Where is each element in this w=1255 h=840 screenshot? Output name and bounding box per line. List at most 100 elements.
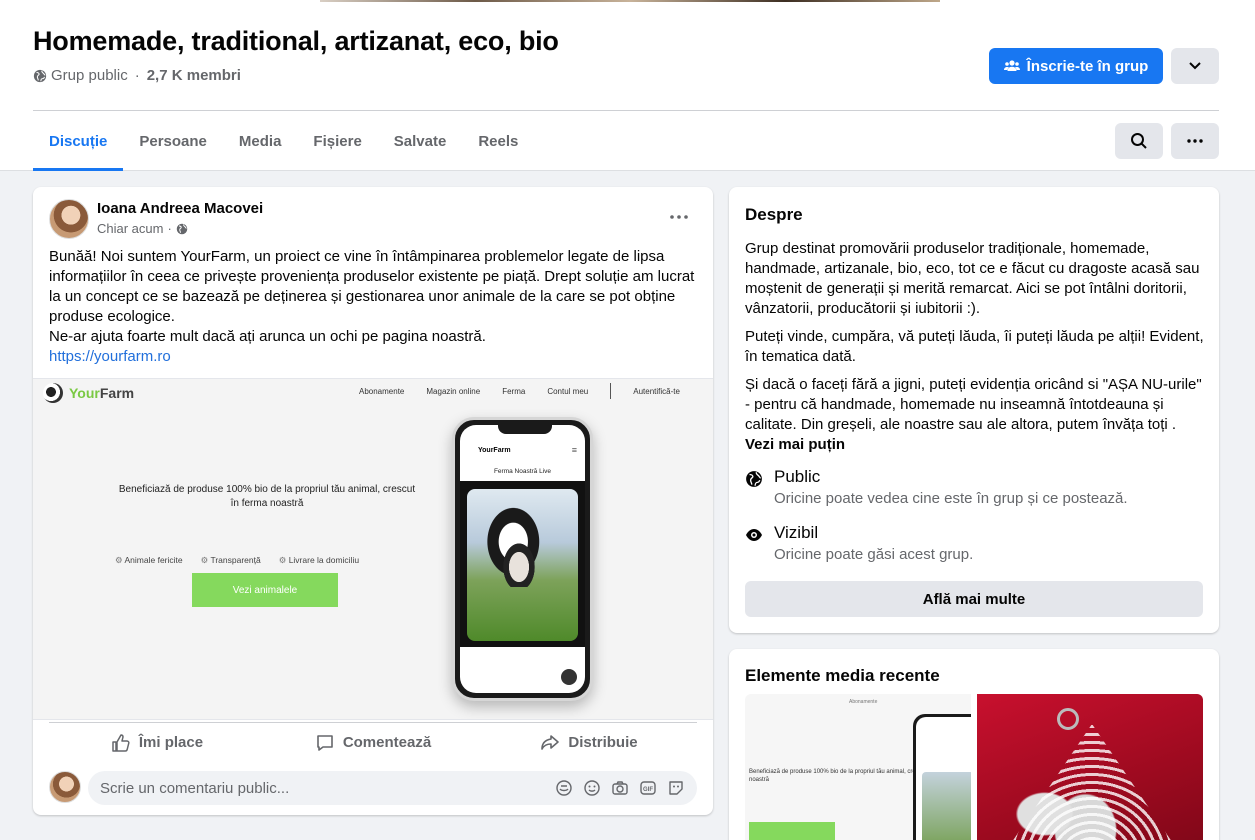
tab-reels[interactable]: Reels bbox=[462, 111, 534, 171]
group-meta: Grup public · 2,7 K membri bbox=[33, 67, 241, 84]
phone-title: Ferma Noastră Live bbox=[493, 468, 552, 475]
more-options-button[interactable] bbox=[1171, 123, 1219, 159]
eye-icon bbox=[745, 526, 763, 544]
more-icon bbox=[670, 215, 688, 219]
comment-label: Comentează bbox=[342, 734, 432, 751]
recent-media-card: Elemente media recente Abonamente Benefi… bbox=[729, 649, 1219, 840]
svg-text:GIF: GIF bbox=[643, 787, 653, 793]
about-title: Despre bbox=[745, 205, 803, 224]
about-paragraph-3-text: Și dacă o faceți fără a jigni, puteți ev… bbox=[745, 376, 1202, 433]
phone-screen: YourFarm ≡ Ferma Noastră Live bbox=[460, 425, 585, 693]
like-button[interactable]: Îmi place bbox=[49, 723, 265, 762]
post-actions: Îmi place Comentează Distribuie bbox=[49, 722, 697, 762]
about-paragraph-3: Și dacă o faceți fără a jigni, puteți ev… bbox=[745, 375, 1205, 455]
group-members[interactable]: 2,7 K membri bbox=[147, 67, 241, 84]
about-paragraph-1: Grup destinat promovării produselor trad… bbox=[745, 240, 1200, 317]
user-avatar[interactable] bbox=[49, 771, 81, 803]
preview-nav-item: Magazin online bbox=[426, 387, 481, 396]
share-label: Distribuie bbox=[568, 734, 638, 751]
group-options-dropdown[interactable] bbox=[1171, 48, 1219, 84]
search-icon bbox=[1130, 132, 1148, 150]
recent-media-title: Elemente media recente bbox=[745, 666, 940, 685]
chevron-down-icon bbox=[1188, 61, 1202, 71]
privacy-public-title: Public bbox=[774, 467, 821, 486]
preview-feature: Transparență bbox=[201, 555, 260, 566]
visibility-desc: Oricine poate găsi acest grup. bbox=[774, 546, 974, 563]
preview-nav-item: Contul meu bbox=[547, 387, 589, 396]
about-description: Grup destinat promovării produselor trad… bbox=[745, 239, 1205, 463]
lace-pattern-shape bbox=[997, 724, 1187, 840]
cow-logo-icon bbox=[43, 383, 63, 403]
preview-nav-divider bbox=[610, 383, 612, 399]
phone-fab-icon bbox=[561, 669, 577, 685]
media-thumb-cow bbox=[922, 772, 971, 840]
post-author[interactable]: Ioana Andreea Macovei bbox=[97, 200, 263, 217]
sticker-icon[interactable] bbox=[667, 779, 685, 797]
yourfarm-logo: YourFarm bbox=[43, 383, 134, 403]
preview-features: Animale fericite Transparență Livrare la… bbox=[115, 555, 360, 566]
privacy-public-row: Public Oricine poate vedea cine este în … bbox=[745, 467, 1128, 507]
comment-icon bbox=[315, 733, 335, 753]
media-thumb-nav: Abonamente bbox=[849, 699, 878, 705]
tab-saved[interactable]: Salvate bbox=[378, 111, 463, 171]
author-avatar[interactable] bbox=[49, 199, 89, 239]
globe-icon bbox=[176, 223, 188, 235]
preview-feature: Animale fericite bbox=[115, 555, 183, 566]
search-button[interactable] bbox=[1115, 123, 1163, 159]
media-thumb-cta bbox=[749, 822, 835, 840]
cow-muzzle-shape bbox=[499, 537, 539, 587]
tab-discussion[interactable]: Discuție bbox=[33, 111, 124, 171]
phone-notch bbox=[498, 425, 552, 434]
post-options-button[interactable] bbox=[663, 203, 695, 231]
visibility-title: Vizibil bbox=[774, 523, 819, 542]
join-group-button[interactable]: Înscrie-te în grup bbox=[989, 48, 1163, 84]
preview-feature: Livrare la domiciliu bbox=[279, 555, 359, 566]
comment-placeholder: Scrie un comentariu public... bbox=[100, 779, 290, 797]
post-sep: · bbox=[167, 221, 172, 236]
logo-farm: Farm bbox=[99, 385, 135, 401]
comment-tools: GIF bbox=[555, 779, 685, 797]
link-preview-image[interactable]: YourFarm Abonamente Magazin online Ferma… bbox=[33, 378, 713, 720]
phone-mockup: YourFarm ≡ Ferma Noastră Live bbox=[452, 417, 593, 701]
comment-input[interactable]: Scrie un comentariu public... GIF bbox=[88, 771, 697, 805]
group-privacy: Grup public bbox=[51, 67, 128, 84]
logo-your: Your bbox=[69, 385, 100, 401]
post-time-label[interactable]: Chiar acum bbox=[97, 221, 163, 236]
hamburger-icon: ≡ bbox=[571, 445, 577, 455]
lace-ring-shape bbox=[1057, 708, 1079, 730]
post-card: Ioana Andreea Macovei Chiar acum · Bunăă… bbox=[33, 187, 713, 815]
media-thumbnail-yourfarm[interactable]: Abonamente Beneficiază de produse 100% b… bbox=[745, 694, 971, 840]
preview-tagline: Beneficiază de produse 100% bio de la pr… bbox=[118, 484, 416, 509]
share-button[interactable]: Distribuie bbox=[481, 723, 697, 762]
visibility-row: Vizibil Oricine poate găsi acest grup. bbox=[745, 523, 973, 563]
post-paragraph-2: Ne-ar ajuta foarte mult dacă ați arunca … bbox=[49, 328, 486, 345]
comment-button[interactable]: Comentează bbox=[265, 723, 481, 762]
preview-cta: Vezi animalele bbox=[192, 573, 338, 607]
phone-logo: YourFarm bbox=[478, 447, 511, 454]
group-tabs: Discuție Persoane Media Fișiere Salvate … bbox=[33, 111, 534, 171]
post-paragraph-1: Bunăă! Noi suntem YourFarm, un proiect c… bbox=[49, 248, 695, 325]
tab-people[interactable]: Persoane bbox=[123, 111, 223, 171]
globe-icon bbox=[33, 69, 47, 83]
preview-nav-item: Abonamente bbox=[359, 387, 405, 396]
avatar-sticker-icon[interactable] bbox=[555, 779, 573, 797]
about-paragraph-2: Puteți vinde, cumpăra, vă puteți lăuda, … bbox=[745, 328, 1204, 365]
about-card: Despre Grup destinat promovării produsel… bbox=[729, 187, 1219, 633]
post-timestamp: Chiar acum · bbox=[97, 221, 188, 236]
preview-nav-item: Ferma bbox=[502, 387, 526, 396]
more-icon bbox=[1187, 139, 1203, 143]
globe-icon bbox=[745, 470, 763, 488]
camera-icon[interactable] bbox=[611, 779, 629, 797]
group-title[interactable]: Homemade, traditional, artizanat, eco, b… bbox=[33, 26, 559, 57]
emoji-icon[interactable] bbox=[583, 779, 601, 797]
learn-more-button[interactable]: Află mai multe bbox=[745, 581, 1203, 617]
tab-media[interactable]: Media bbox=[223, 111, 298, 171]
gif-icon[interactable]: GIF bbox=[639, 779, 657, 797]
people-icon bbox=[1003, 58, 1020, 74]
post-link[interactable]: https://yourfarm.ro bbox=[49, 348, 171, 365]
preview-nav: Abonamente Magazin online Ferma Contul m… bbox=[359, 383, 680, 399]
media-thumbnail-lace[interactable] bbox=[977, 694, 1203, 840]
phone-video-frame bbox=[460, 481, 585, 647]
tab-files[interactable]: Fișiere bbox=[297, 111, 377, 171]
see-less-link[interactable]: Vezi mai puțin bbox=[745, 436, 845, 453]
